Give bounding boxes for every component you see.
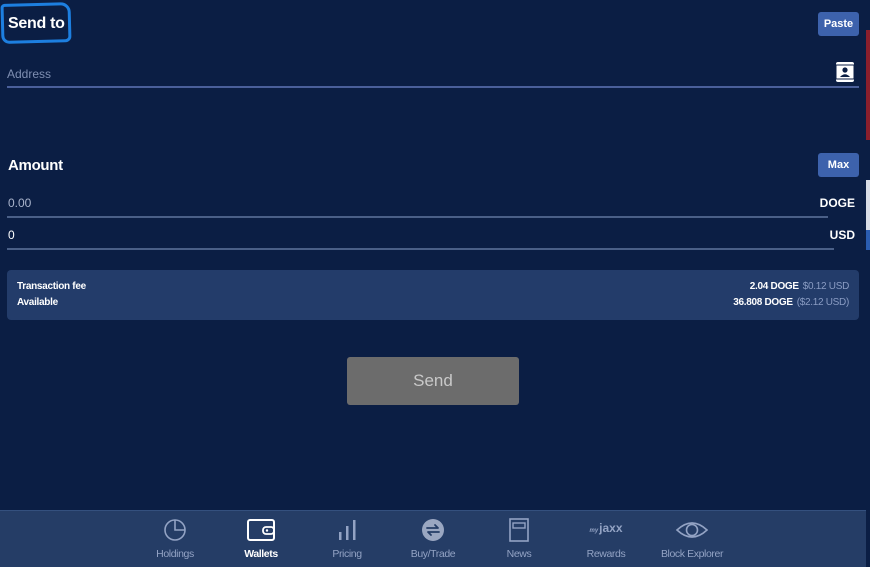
bar-chart-icon (339, 520, 356, 540)
crypto-amount-input[interactable] (8, 195, 808, 211)
nav-rewards[interactable]: myjaxx Rewards (575, 511, 637, 567)
nav-label: Holdings (156, 548, 194, 560)
available-label: Available (17, 297, 58, 308)
nav-label: Wallets (244, 548, 278, 560)
fiat-unit-label: USD (829, 228, 855, 242)
nav-pricing[interactable]: Pricing (317, 511, 377, 567)
nav-news[interactable]: News (494, 511, 544, 567)
nav-label: Buy/Trade (410, 548, 456, 560)
address-input[interactable] (7, 64, 827, 84)
send-button[interactable]: Send (347, 357, 519, 405)
newspaper-icon (509, 518, 529, 542)
pie-chart-icon (164, 519, 186, 541)
nav-label: News (506, 548, 532, 560)
background-window-edge (866, 0, 870, 566)
paste-button[interactable]: Paste (818, 12, 859, 36)
exchange-icon (422, 519, 444, 541)
nav-wallets[interactable]: Wallets (231, 511, 291, 567)
available-value: 36.808 DOGE ($2.12 USD) (733, 297, 849, 308)
nav-holdings[interactable]: Holdings (145, 511, 205, 567)
fiat-amount-underline (7, 248, 834, 250)
nav-block-explorer[interactable]: Block Explorer (652, 511, 732, 567)
wallet-icon (247, 519, 275, 541)
nav-buy-trade[interactable]: Buy/Trade (398, 511, 468, 567)
crypto-unit-label: DOGE (819, 196, 855, 210)
jaxx-logo-icon: myjaxx (589, 521, 623, 535)
bottom-nav: Holdings Wallets Pricing Buy/Trade News (0, 510, 866, 567)
address-book-icon[interactable] (835, 61, 855, 83)
eye-icon (675, 522, 709, 538)
transaction-fee-label: Transaction fee (17, 281, 86, 292)
nav-label: Rewards (586, 548, 626, 560)
send-screen: Send to Paste Amount Max DOGE USD Transa… (0, 0, 866, 510)
crypto-amount-underline (7, 216, 828, 218)
fee-fiat: $0.12 USD (802, 281, 850, 292)
available-fiat: ($2.12 USD) (796, 297, 850, 308)
transaction-fee-value: 2.04 DOGE $0.12 USD (749, 281, 850, 292)
max-button[interactable]: Max (818, 153, 859, 177)
amount-title: Amount (8, 157, 63, 174)
send-to-title: Send to (8, 15, 65, 32)
nav-label: Pricing (332, 548, 362, 560)
nav-label: Block Explorer (660, 548, 724, 560)
fee-summary-panel: Transaction fee Available 2.04 DOGE $0.12… (7, 270, 859, 320)
fee-crypto: 2.04 DOGE (749, 281, 799, 292)
address-underline (7, 86, 859, 88)
fiat-amount-input[interactable] (8, 227, 808, 243)
available-crypto: 36.808 DOGE (733, 297, 793, 308)
